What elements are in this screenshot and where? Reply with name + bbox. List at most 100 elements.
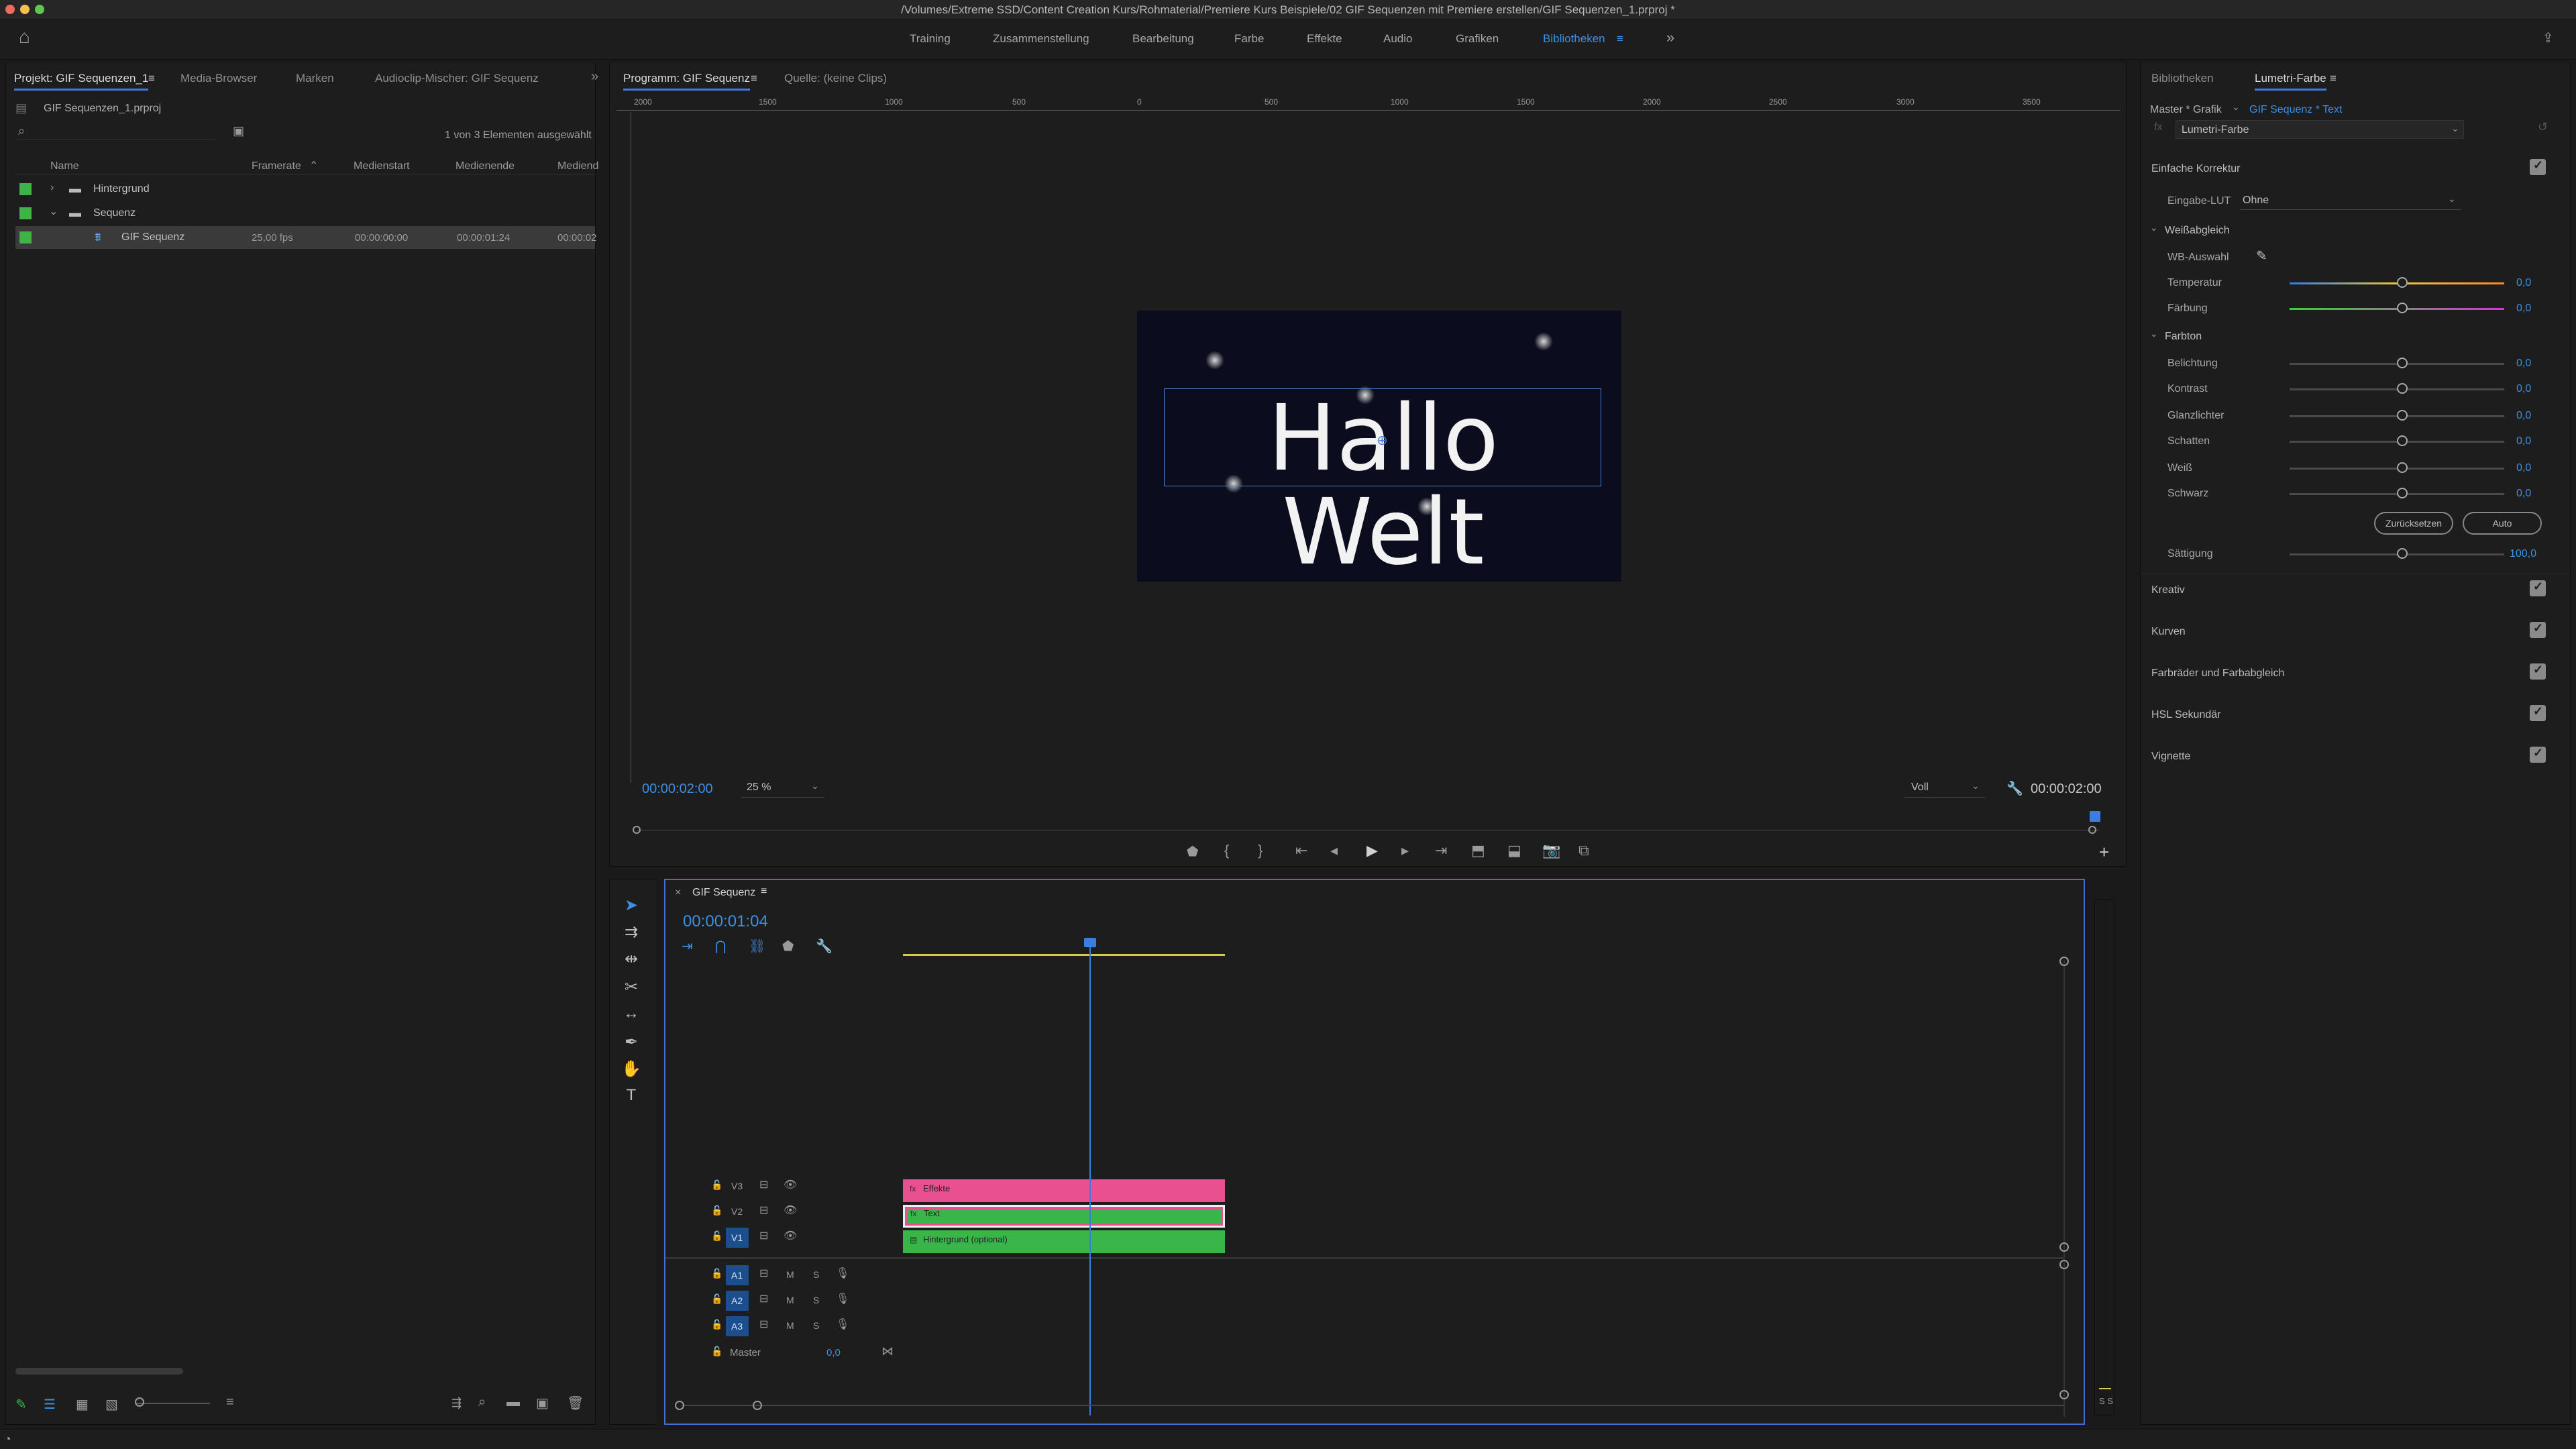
- add-marker-icon[interactable]: ⬟: [1187, 843, 1198, 860]
- lock-icon[interactable]: 🔓: [711, 1230, 722, 1242]
- shadows-value[interactable]: 0,0: [2516, 435, 2531, 447]
- chevron-down-icon[interactable]: ⌄: [2150, 222, 2158, 233]
- close-tab-icon[interactable]: ×: [675, 887, 681, 899]
- workspace-menu-icon[interactable]: ≡: [1617, 32, 1623, 46]
- timeline-timecode[interactable]: 00:00:01:04: [683, 912, 768, 931]
- sort-icon[interactable]: ≡: [226, 1395, 234, 1410]
- basic-correction-checkbox[interactable]: [2530, 158, 2546, 175]
- list-view-icon[interactable]: ☰: [44, 1396, 56, 1413]
- sync-lock-icon[interactable]: ⊟: [759, 1318, 768, 1331]
- col-medienstart[interactable]: Medienstart: [354, 160, 410, 172]
- timeline-menu-icon[interactable]: ≡: [761, 885, 767, 898]
- zoom-select[interactable]: 25 % ⌄: [741, 779, 824, 798]
- lock-icon[interactable]: 🔓: [711, 1293, 722, 1305]
- tab-project-menu-icon[interactable]: ≡: [148, 72, 155, 85]
- linked-selection-icon[interactable]: ⛓: [749, 938, 765, 955]
- reset-button[interactable]: Zurücksetzen: [2374, 512, 2453, 535]
- new-bin-icon[interactable]: ▬: [506, 1395, 520, 1410]
- type-tool-icon[interactable]: T: [619, 1086, 643, 1105]
- lift-icon[interactable]: ⬒: [1471, 842, 1485, 859]
- sync-lock-icon[interactable]: ⊟: [759, 1203, 768, 1217]
- auto-button[interactable]: Auto: [2463, 512, 2542, 535]
- razor-tool-icon[interactable]: ✂: [619, 977, 643, 997]
- sync-lock-icon[interactable]: ⊟: [759, 1292, 768, 1305]
- label-color-swatch[interactable]: [19, 231, 32, 244]
- list-item-selected[interactable]: ⩩ GIF Sequenz 25,00 fps 00:00:00:00 00:0…: [15, 226, 596, 249]
- track-target-a2[interactable]: A2: [726, 1291, 749, 1311]
- workspace-effekte[interactable]: Effekte: [1307, 32, 1342, 46]
- temperature-value[interactable]: 0,0: [2516, 277, 2531, 289]
- col-framerate[interactable]: Framerate: [252, 160, 301, 172]
- playhead-handle[interactable]: [1084, 938, 1096, 947]
- program-video-frame[interactable]: Hallo Welt ⊕: [1137, 311, 1621, 582]
- saturation-value[interactable]: 100,0: [2510, 548, 2536, 560]
- anchor-point-icon[interactable]: ⊕: [1377, 432, 1388, 449]
- master-volume-value[interactable]: 0,0: [826, 1347, 841, 1358]
- playhead-timecode[interactable]: 00:00:02:00: [642, 782, 713, 797]
- section-white-balance[interactable]: Weißabgleich: [2165, 225, 2230, 237]
- effect-select[interactable]: Lumetri-Farbe ⌄: [2176, 120, 2464, 139]
- section-hsl-secondary[interactable]: HSL Sekundär: [2151, 709, 2220, 721]
- color-wheels-checkbox[interactable]: [2530, 663, 2546, 680]
- tab-lumetri[interactable]: Lumetri-Farbe: [2255, 72, 2326, 91]
- status-indicator-icon[interactable]: ◔: [4, 1432, 11, 1446]
- col-mediendauer[interactable]: Mediend: [557, 160, 598, 172]
- hsl-secondary-checkbox[interactable]: [2530, 704, 2546, 721]
- mark-out-icon[interactable]: }: [1258, 842, 1263, 859]
- mute-button[interactable]: M: [786, 1295, 794, 1305]
- sync-lock-icon[interactable]: ⊟: [759, 1178, 768, 1191]
- tint-knob[interactable]: [2397, 303, 2408, 313]
- reset-effect-icon[interactable]: ↺: [2538, 120, 2548, 134]
- workspace-zusammenstellung[interactable]: Zusammenstellung: [993, 32, 1089, 46]
- eye-icon[interactable]: 👁: [784, 1203, 797, 1217]
- scroll-handle-audio[interactable]: [2059, 1260, 2069, 1269]
- chevron-down-icon[interactable]: ⌄: [2232, 101, 2240, 113]
- timeline-settings-wrench-icon[interactable]: 🔧: [816, 938, 833, 955]
- section-color-wheels[interactable]: Farbräder und Farbabgleich: [2151, 667, 2284, 680]
- clip-text[interactable]: fx Text: [903, 1205, 1225, 1228]
- home-icon[interactable]: ⌂: [19, 28, 30, 46]
- text-bounding-box[interactable]: Hallo Welt ⊕: [1164, 388, 1601, 580]
- tab-program-menu-icon[interactable]: ≡: [751, 72, 757, 85]
- track-label[interactable]: V3: [731, 1181, 743, 1191]
- chevron-down-icon[interactable]: ⌄: [49, 205, 58, 218]
- track-label[interactable]: V2: [731, 1206, 743, 1217]
- workspace-farbe[interactable]: Farbe: [1234, 32, 1264, 46]
- step-forward-icon[interactable]: ▸: [1401, 842, 1409, 859]
- quality-select[interactable]: Voll ⌄: [1904, 779, 1985, 798]
- temperature-knob[interactable]: [2397, 277, 2408, 288]
- work-area-bar[interactable]: [903, 954, 1225, 956]
- microphone-icon[interactable]: 🎙: [836, 1318, 849, 1331]
- workspace-grafiken[interactable]: Grafiken: [1456, 32, 1499, 46]
- tab-media-browser[interactable]: Media-Browser: [180, 72, 257, 85]
- in-handle[interactable]: [633, 826, 641, 834]
- highlights-knob[interactable]: [2397, 410, 2408, 421]
- section-vignette[interactable]: Vignette: [2151, 751, 2190, 763]
- hand-tool-icon[interactable]: ✋: [619, 1059, 643, 1079]
- tab-project[interactable]: Projekt: GIF Sequenzen_1: [14, 72, 149, 91]
- track-select-tool-icon[interactable]: ⇉: [619, 922, 643, 942]
- eye-icon[interactable]: 👁: [784, 1178, 797, 1191]
- solo-button[interactable]: S: [813, 1320, 819, 1331]
- clip-hintergrund[interactable]: ▤ Hintergrund (optional): [903, 1230, 1225, 1253]
- input-lut-select[interactable]: Ohne ⌄: [2240, 191, 2461, 210]
- go-to-in-icon[interactable]: ⇤: [1295, 842, 1307, 859]
- sync-lock-icon[interactable]: ⊟: [759, 1267, 768, 1280]
- button-editor-plus-icon[interactable]: +: [2099, 842, 2109, 863]
- microphone-icon[interactable]: 🎙: [836, 1292, 849, 1305]
- master-jump-icon[interactable]: ⋈: [881, 1344, 894, 1358]
- zoom-handle-left[interactable]: [675, 1401, 684, 1410]
- blacks-value[interactable]: 0,0: [2516, 488, 2531, 500]
- selection-tool-icon[interactable]: ➤: [619, 896, 643, 915]
- scroll-handle-video[interactable]: [2059, 1242, 2069, 1252]
- tab-bibliotheken[interactable]: Bibliotheken: [2151, 72, 2214, 85]
- workspace-training[interactable]: Training: [910, 32, 951, 46]
- highlights-value[interactable]: 0,0: [2516, 410, 2531, 422]
- zoom-slider[interactable]: [136, 1403, 210, 1404]
- lock-icon[interactable]: 🔓: [711, 1268, 722, 1279]
- contrast-knob[interactable]: [2397, 383, 2408, 394]
- tab-timeline-sequence[interactable]: GIF Sequenz: [692, 887, 755, 899]
- scroll-handle-top[interactable]: [2059, 957, 2069, 966]
- section-curves[interactable]: Kurven: [2151, 626, 2186, 638]
- track-target-v1[interactable]: V1: [726, 1228, 749, 1248]
